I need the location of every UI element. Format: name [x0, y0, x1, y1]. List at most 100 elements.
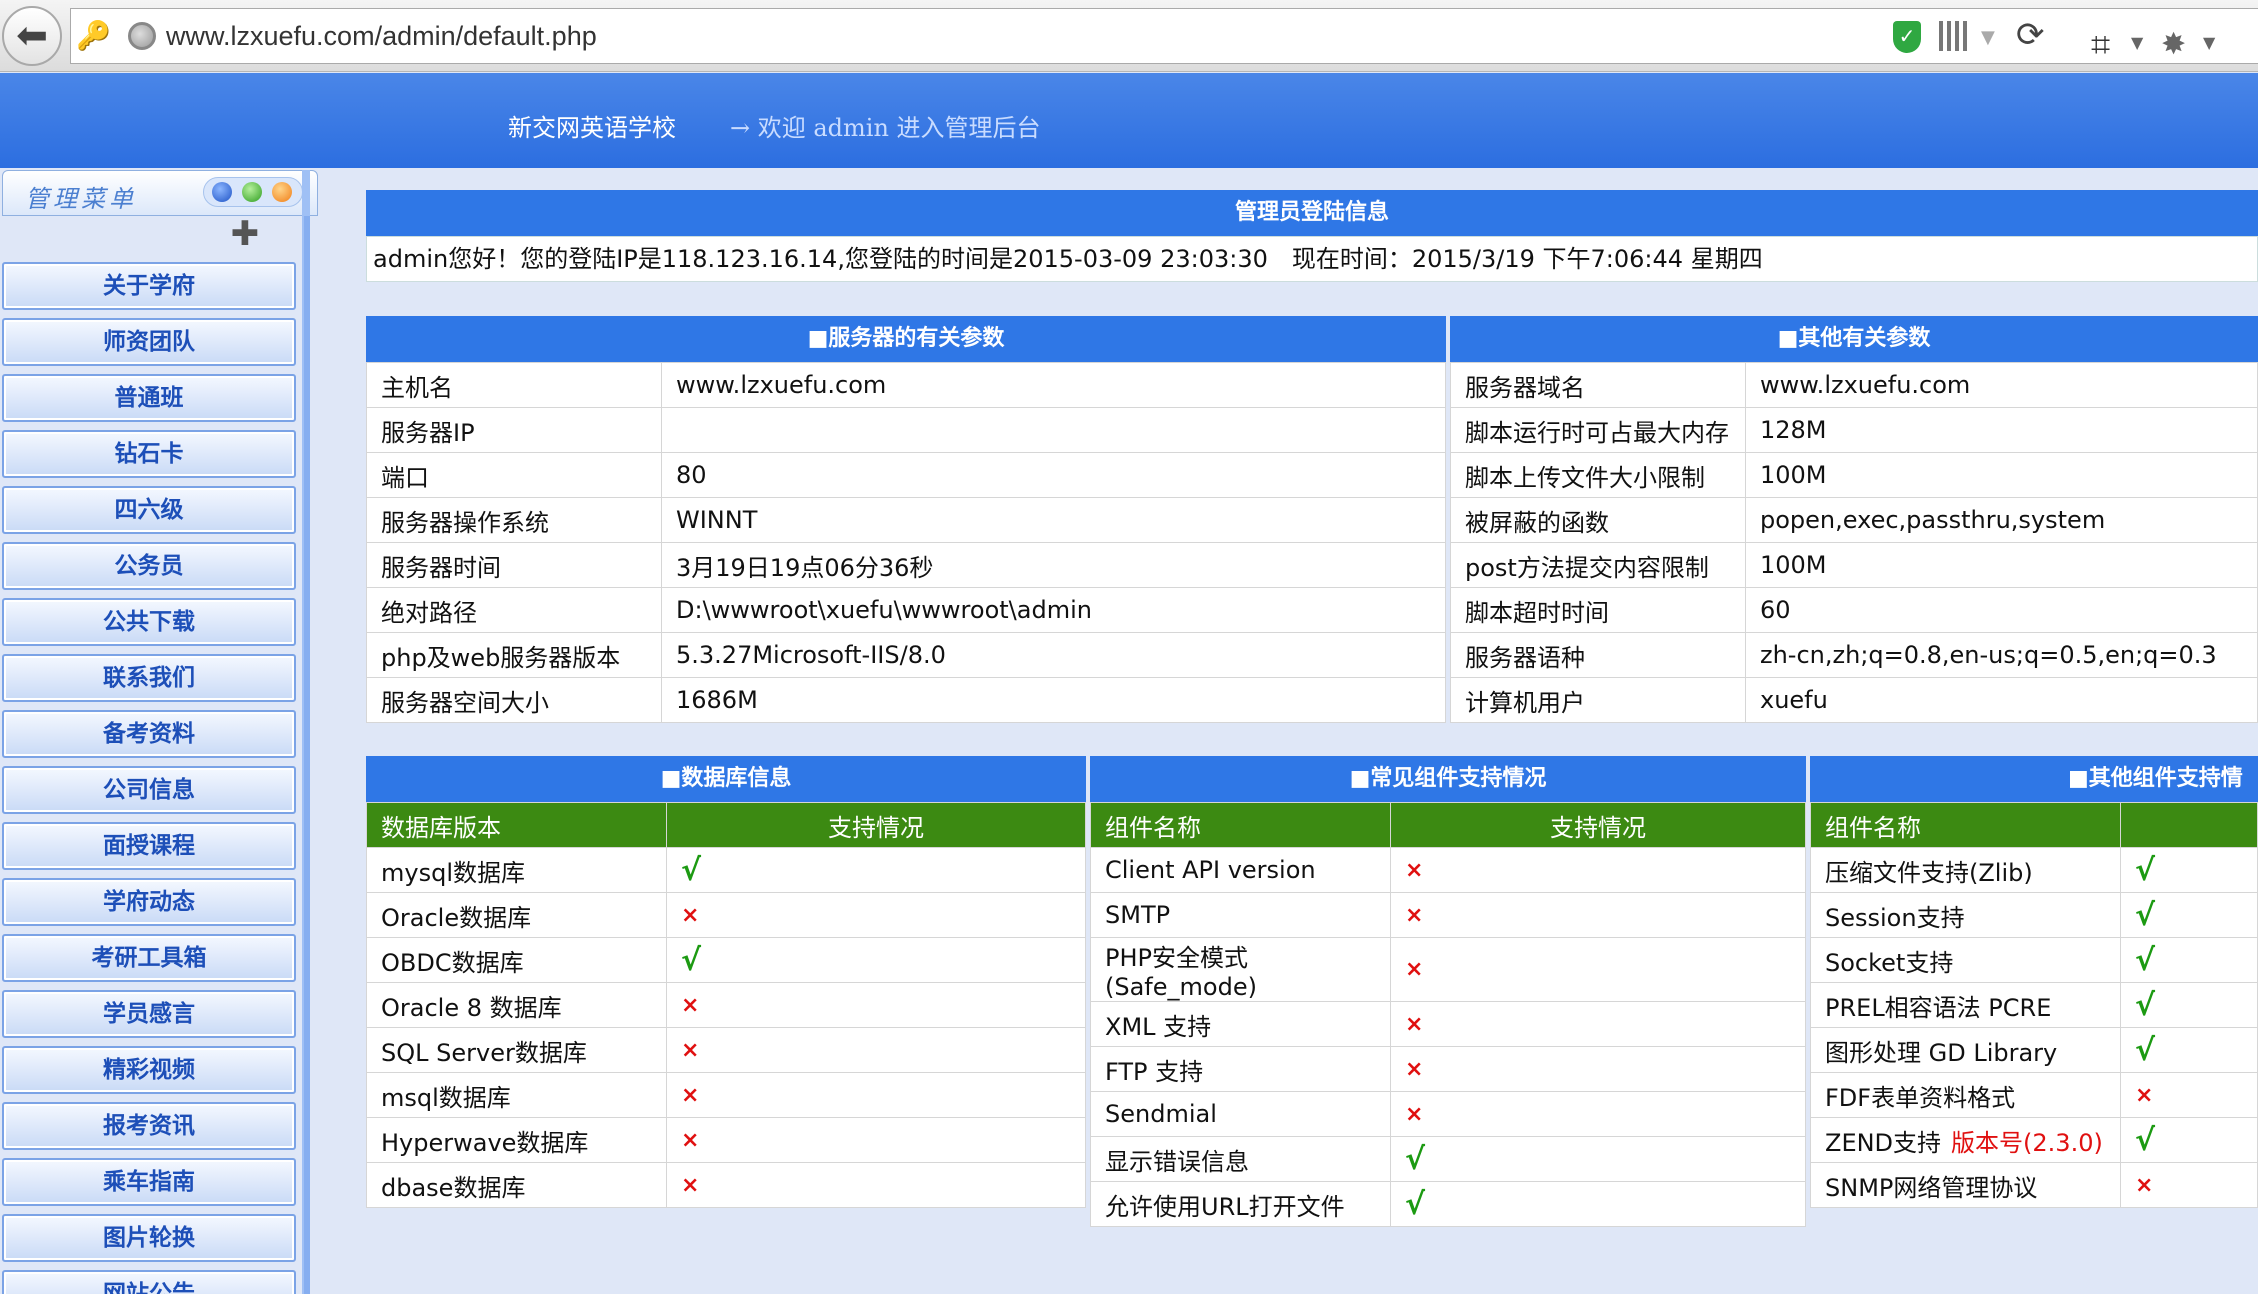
sub-header-row: 数据库版本 支持情况 [366, 802, 1086, 848]
cross-icon: × [666, 1072, 1086, 1118]
component-label: 压缩文件支持(Zlib) [1825, 858, 2033, 887]
param-row: 计算机用户 xuefu [1450, 677, 2258, 723]
component-label: FTP 支持 [1105, 1057, 1204, 1086]
component-label: ZEND支持 [1825, 1128, 1942, 1157]
component-name: SMTP [1090, 892, 1391, 938]
server-params-table: 主机名 www.lzxuefu.com 服务器IP 端口 80 服务器操作系统 WINNT 服… [366, 362, 1446, 723]
extension-icon[interactable]: ✸ [2161, 27, 2186, 62]
cross-icon: × [666, 982, 1086, 1028]
param-value: www.lzxuefu.com [1745, 362, 2258, 408]
reload-button[interactable]: ⟳ [2016, 15, 2045, 55]
component-label: msql数据库 [381, 1083, 511, 1112]
sidebar-item[interactable]: 关于学府 [2, 262, 296, 310]
param-name: 计算机用户 [1450, 677, 1746, 723]
sidebar-item[interactable]: 面授课程 [2, 822, 296, 870]
cross-icon: × [1390, 937, 1806, 1002]
sidebar-item[interactable]: 钻石卡 [2, 430, 296, 478]
param-value [661, 407, 1446, 453]
address-bar[interactable]: 🔑 www.lzxuefu.com/admin/default.php ✓ ▼ … [70, 8, 2258, 65]
menu-title: 管理菜单 [25, 185, 137, 213]
cross-icon: × [1390, 1091, 1806, 1137]
component-name: SQL Server数据库 [366, 1027, 667, 1073]
support-row: Socket支持 √ [1810, 937, 2258, 983]
param-row: post方法提交内容限制 100M [1450, 542, 2258, 588]
check-icon: √ [666, 937, 1086, 983]
component-label: Oracle数据库 [381, 903, 532, 932]
sidebar-item[interactable]: 公司信息 [2, 766, 296, 814]
orange-dot-icon[interactable] [272, 182, 292, 202]
qr-code-icon[interactable] [1939, 21, 1969, 51]
dropdown-icon[interactable]: ▼ [1981, 27, 1995, 48]
sidebar-item[interactable]: 报考资讯 [2, 1102, 296, 1150]
chevron-down-icon[interactable]: ▼ [2131, 33, 2143, 52]
sidebar-item[interactable]: 公共下载 [2, 598, 296, 646]
param-row: 端口 80 [366, 452, 1446, 498]
param-name: post方法提交内容限制 [1450, 542, 1746, 588]
param-name: 服务器IP [366, 407, 662, 453]
sidebar-item[interactable]: 图片轮换 [2, 1214, 296, 1262]
back-button[interactable]: ⬅ [2, 6, 62, 66]
param-name: 服务器操作系统 [366, 497, 662, 543]
support-row: PREL相容语法 PCRE √ [1810, 982, 2258, 1028]
sidebar-item[interactable]: 联系我们 [2, 654, 296, 702]
check-icon: √ [2120, 847, 2258, 893]
sidebar-item[interactable]: 学员感言 [2, 990, 296, 1038]
component-label: Session支持 [1825, 903, 1965, 932]
support-row: OBDC数据库 √ [366, 937, 1086, 983]
support-row: SQL Server数据库 × [366, 1027, 1086, 1073]
component-label: XML 支持 [1105, 1012, 1212, 1041]
param-name: 绝对路径 [366, 587, 662, 633]
top-banner: 新交网英语学校 → 欢迎 admin 进入管理后台 [0, 73, 2258, 168]
param-name: 服务器域名 [1450, 362, 1746, 408]
component-name: OBDC数据库 [366, 937, 667, 983]
support-row: FDF表单资料格式 × [1810, 1072, 2258, 1118]
sidebar-item[interactable]: 学府动态 [2, 878, 296, 926]
support-row: XML 支持 × [1090, 1001, 1806, 1047]
check-icon: √ [1390, 1136, 1806, 1182]
sidebar-item[interactable]: 乘车指南 [2, 1158, 296, 1206]
crop-icon[interactable]: ⌗ [2091, 25, 2110, 65]
component-label: PHP安全模式(Safe_mode) [1105, 944, 1257, 1001]
param-row: 绝对路径 D:\wwwroot\xuefu\wwwroot\admin [366, 587, 1446, 633]
param-value: 80 [661, 452, 1446, 498]
support-row: 图形处理 GD Library √ [1810, 1027, 2258, 1073]
login-info-text: admin您好！您的登陆IP是118.123.16.14,您登陆的时间是2015… [366, 236, 2258, 282]
plus-icon[interactable]: ✚ [230, 217, 260, 251]
shield-icon[interactable]: ✓ [1893, 21, 1921, 53]
component-name: Oracle 8 数据库 [366, 982, 667, 1028]
welcome-text: → 欢迎 admin 进入管理后台 [730, 114, 1041, 142]
chevron-down-icon[interactable]: ▼ [2203, 33, 2215, 52]
support-row: Client API version × [1090, 847, 1806, 893]
param-value: D:\wwwroot\xuefu\wwwroot\admin [661, 587, 1446, 633]
sidebar-item[interactable]: 四六级 [2, 486, 296, 534]
param-row: 脚本上传文件大小限制 100M [1450, 452, 2258, 498]
param-name: 脚本上传文件大小限制 [1450, 452, 1746, 498]
sub-header-row: 组件名称 支持情况 [1090, 802, 1806, 848]
col-name-header: 组件名称 [1810, 802, 2121, 848]
param-row: 服务器IP [366, 407, 1446, 453]
component-name: Client API version [1090, 847, 1391, 893]
component-name: Hyperwave数据库 [366, 1117, 667, 1163]
zend-version: 版本号(2.3.0) [1951, 1128, 2103, 1157]
server-params-title: ■服务器的有关参数 [366, 316, 1446, 362]
support-row: SMTP × [1090, 892, 1806, 938]
component-name: Socket支持 [1810, 937, 2121, 983]
component-label: SQL Server数据库 [381, 1038, 587, 1067]
green-dot-icon[interactable] [242, 182, 262, 202]
component-name: 图形处理 GD Library [1810, 1027, 2121, 1073]
login-info-title: 管理员登陆信息 [366, 190, 2258, 236]
sidebar-item[interactable]: 网站公告 [2, 1270, 296, 1294]
cross-icon: × [1390, 847, 1806, 893]
check-icon: √ [2120, 1117, 2258, 1163]
sidebar-item[interactable]: 公务员 [2, 542, 296, 590]
blue-dot-icon[interactable] [212, 182, 232, 202]
param-value: 3月19日19点06分36秒 [661, 542, 1446, 588]
sidebar-item[interactable]: 考研工具箱 [2, 934, 296, 982]
url-text[interactable]: www.lzxuefu.com/admin/default.php [166, 21, 597, 52]
key-icon[interactable]: 🔑 [76, 19, 111, 52]
component-name: SNMP网络管理协议 [1810, 1162, 2121, 1208]
sidebar-item[interactable]: 精彩视频 [2, 1046, 296, 1094]
sidebar-item[interactable]: 备考资料 [2, 710, 296, 758]
sidebar-item[interactable]: 普通班 [2, 374, 296, 422]
sidebar-item[interactable]: 师资团队 [2, 318, 296, 366]
